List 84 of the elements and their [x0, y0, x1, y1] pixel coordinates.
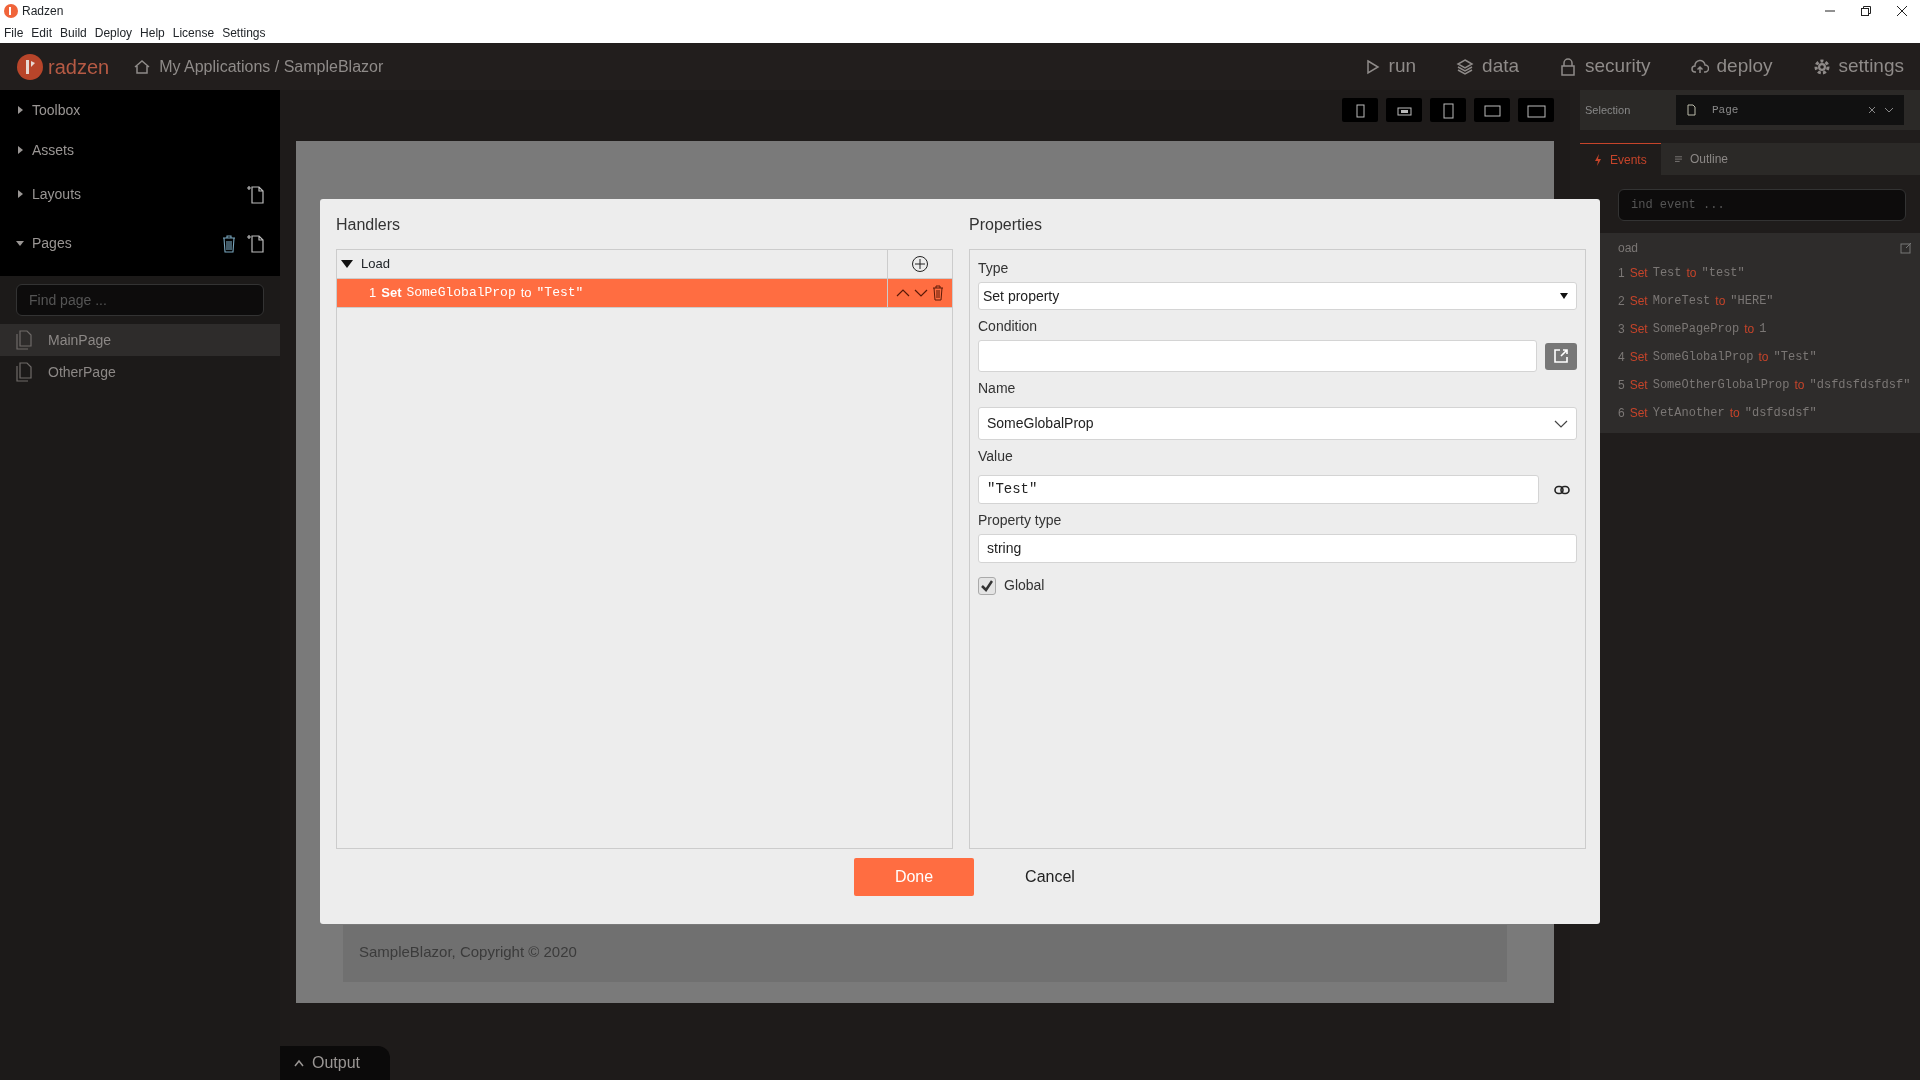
- input-field[interactable]: "Test": [978, 475, 1539, 504]
- menu-item[interactable]: Settings: [222, 23, 266, 42]
- menu-item[interactable]: Deploy: [94, 23, 133, 42]
- select-field[interactable]: Set property: [978, 282, 1577, 310]
- nav-link[interactable]: deploy: [1690, 52, 1773, 81]
- field-label: Property type: [978, 511, 1063, 530]
- logo-text: radzen: [48, 54, 110, 80]
- menu-item[interactable]: File: [4, 23, 24, 42]
- search-field[interactable]: Find page ...: [16, 284, 264, 316]
- event-action[interactable]: 1 Set Test to "test": [1618, 259, 1912, 287]
- caret-down-icon: [1560, 293, 1568, 299]
- search-field[interactable]: ind event ...: [1618, 189, 1906, 221]
- input-field[interactable]: [978, 340, 1537, 372]
- add-file-icon: [246, 184, 264, 204]
- menu-item[interactable]: Help: [140, 23, 165, 42]
- selection-label: Selection: [1584, 102, 1632, 118]
- window-title: Radzen: [22, 3, 64, 20]
- edit-icon: [1900, 242, 1912, 254]
- clear-icon: [1868, 106, 1876, 114]
- nav-link[interactable]: run: [1362, 52, 1417, 81]
- field-label: Type: [978, 259, 1010, 278]
- menu-item[interactable]: License: [172, 23, 215, 42]
- cloud-upload-icon: [1690, 57, 1709, 76]
- logo-icon: [16, 52, 44, 81]
- panel-tab[interactable]: Events: [1580, 143, 1661, 175]
- section-header[interactable]: Assets: [32, 139, 74, 161]
- home-icon: [133, 57, 152, 76]
- trash-icon: [932, 285, 944, 301]
- lock-icon: [1559, 57, 1578, 76]
- menu-item[interactable]: Build: [60, 23, 87, 42]
- expression-button[interactable]: [1545, 342, 1577, 370]
- app-logo-icon: [4, 4, 18, 18]
- checkbox[interactable]: [978, 576, 996, 595]
- section-header[interactable]: Toolbox: [32, 99, 81, 121]
- input-field[interactable]: string: [978, 534, 1577, 563]
- document-icon: [1686, 104, 1696, 116]
- document-icon: [16, 330, 32, 350]
- selection-value: Page: [1712, 102, 1739, 118]
- restore-icon: [1860, 5, 1872, 17]
- chevron-up-icon: [294, 1059, 304, 1067]
- add-circle-icon: [911, 255, 929, 273]
- link-icon: [1554, 484, 1570, 495]
- event-name: oad: [1618, 240, 1639, 257]
- menu-item[interactable]: Edit: [31, 23, 53, 42]
- panel-title: Handlers: [336, 215, 402, 235]
- page-item[interactable]: MainPage: [0, 324, 280, 356]
- external-link-icon: [1553, 348, 1569, 364]
- page-item[interactable]: OtherPage: [0, 356, 280, 388]
- document-icon: [16, 362, 32, 382]
- section-header[interactable]: Layouts: [32, 183, 82, 205]
- device-button[interactable]: [1386, 98, 1422, 122]
- chevron-down-icon: [1884, 106, 1894, 114]
- event-action[interactable]: 4 Set SomeGlobalProp to "Test": [1618, 343, 1912, 371]
- event-action[interactable]: 5 Set SomeOtherGlobalProp to "dsfdsfdsfdsf": [1618, 371, 1912, 399]
- check-icon: [981, 579, 993, 592]
- field-label: Condition: [978, 317, 1039, 336]
- chevron-up-icon: [896, 288, 910, 298]
- add-file-icon: [246, 233, 264, 253]
- trash-icon: [220, 233, 238, 253]
- lightning-icon: [1594, 153, 1602, 166]
- breadcrumb[interactable]: My Applications / SampleBlazor: [159, 54, 384, 79]
- close-icon: [1896, 5, 1908, 17]
- output-tab[interactable]: Output: [280, 1046, 390, 1080]
- field-label: Value: [978, 447, 1014, 466]
- nav-link[interactable]: security: [1559, 52, 1651, 81]
- event-action[interactable]: 2 Set MoreTest to "HERE": [1618, 287, 1912, 315]
- selection-dropdown[interactable]: Page: [1676, 95, 1904, 125]
- done-button[interactable]: Done: [854, 858, 974, 896]
- nav-link[interactable]: data: [1456, 52, 1520, 81]
- event-action[interactable]: 3 Set SomePageProp to 1: [1618, 315, 1912, 343]
- checkbox-label: Global: [1004, 576, 1045, 595]
- field-label: Name: [978, 379, 1017, 398]
- cancel-button[interactable]: Cancel: [990, 858, 1110, 896]
- panel-title: Properties: [969, 215, 1043, 235]
- nav-link[interactable]: settings: [1812, 52, 1904, 81]
- list-icon: [1675, 154, 1682, 164]
- event-action[interactable]: 6 Set YetAnother to "dsfdsdsf": [1618, 399, 1912, 427]
- section-header[interactable]: Pages: [32, 232, 72, 254]
- dropdown-field[interactable]: SomeGlobalProp: [978, 407, 1577, 440]
- layers-icon: [1456, 57, 1475, 76]
- settings-icon: [1812, 57, 1831, 76]
- event-name[interactable]: Load: [361, 254, 390, 274]
- chevron-down-icon: [914, 288, 928, 298]
- chevron-down-icon: [1554, 419, 1568, 428]
